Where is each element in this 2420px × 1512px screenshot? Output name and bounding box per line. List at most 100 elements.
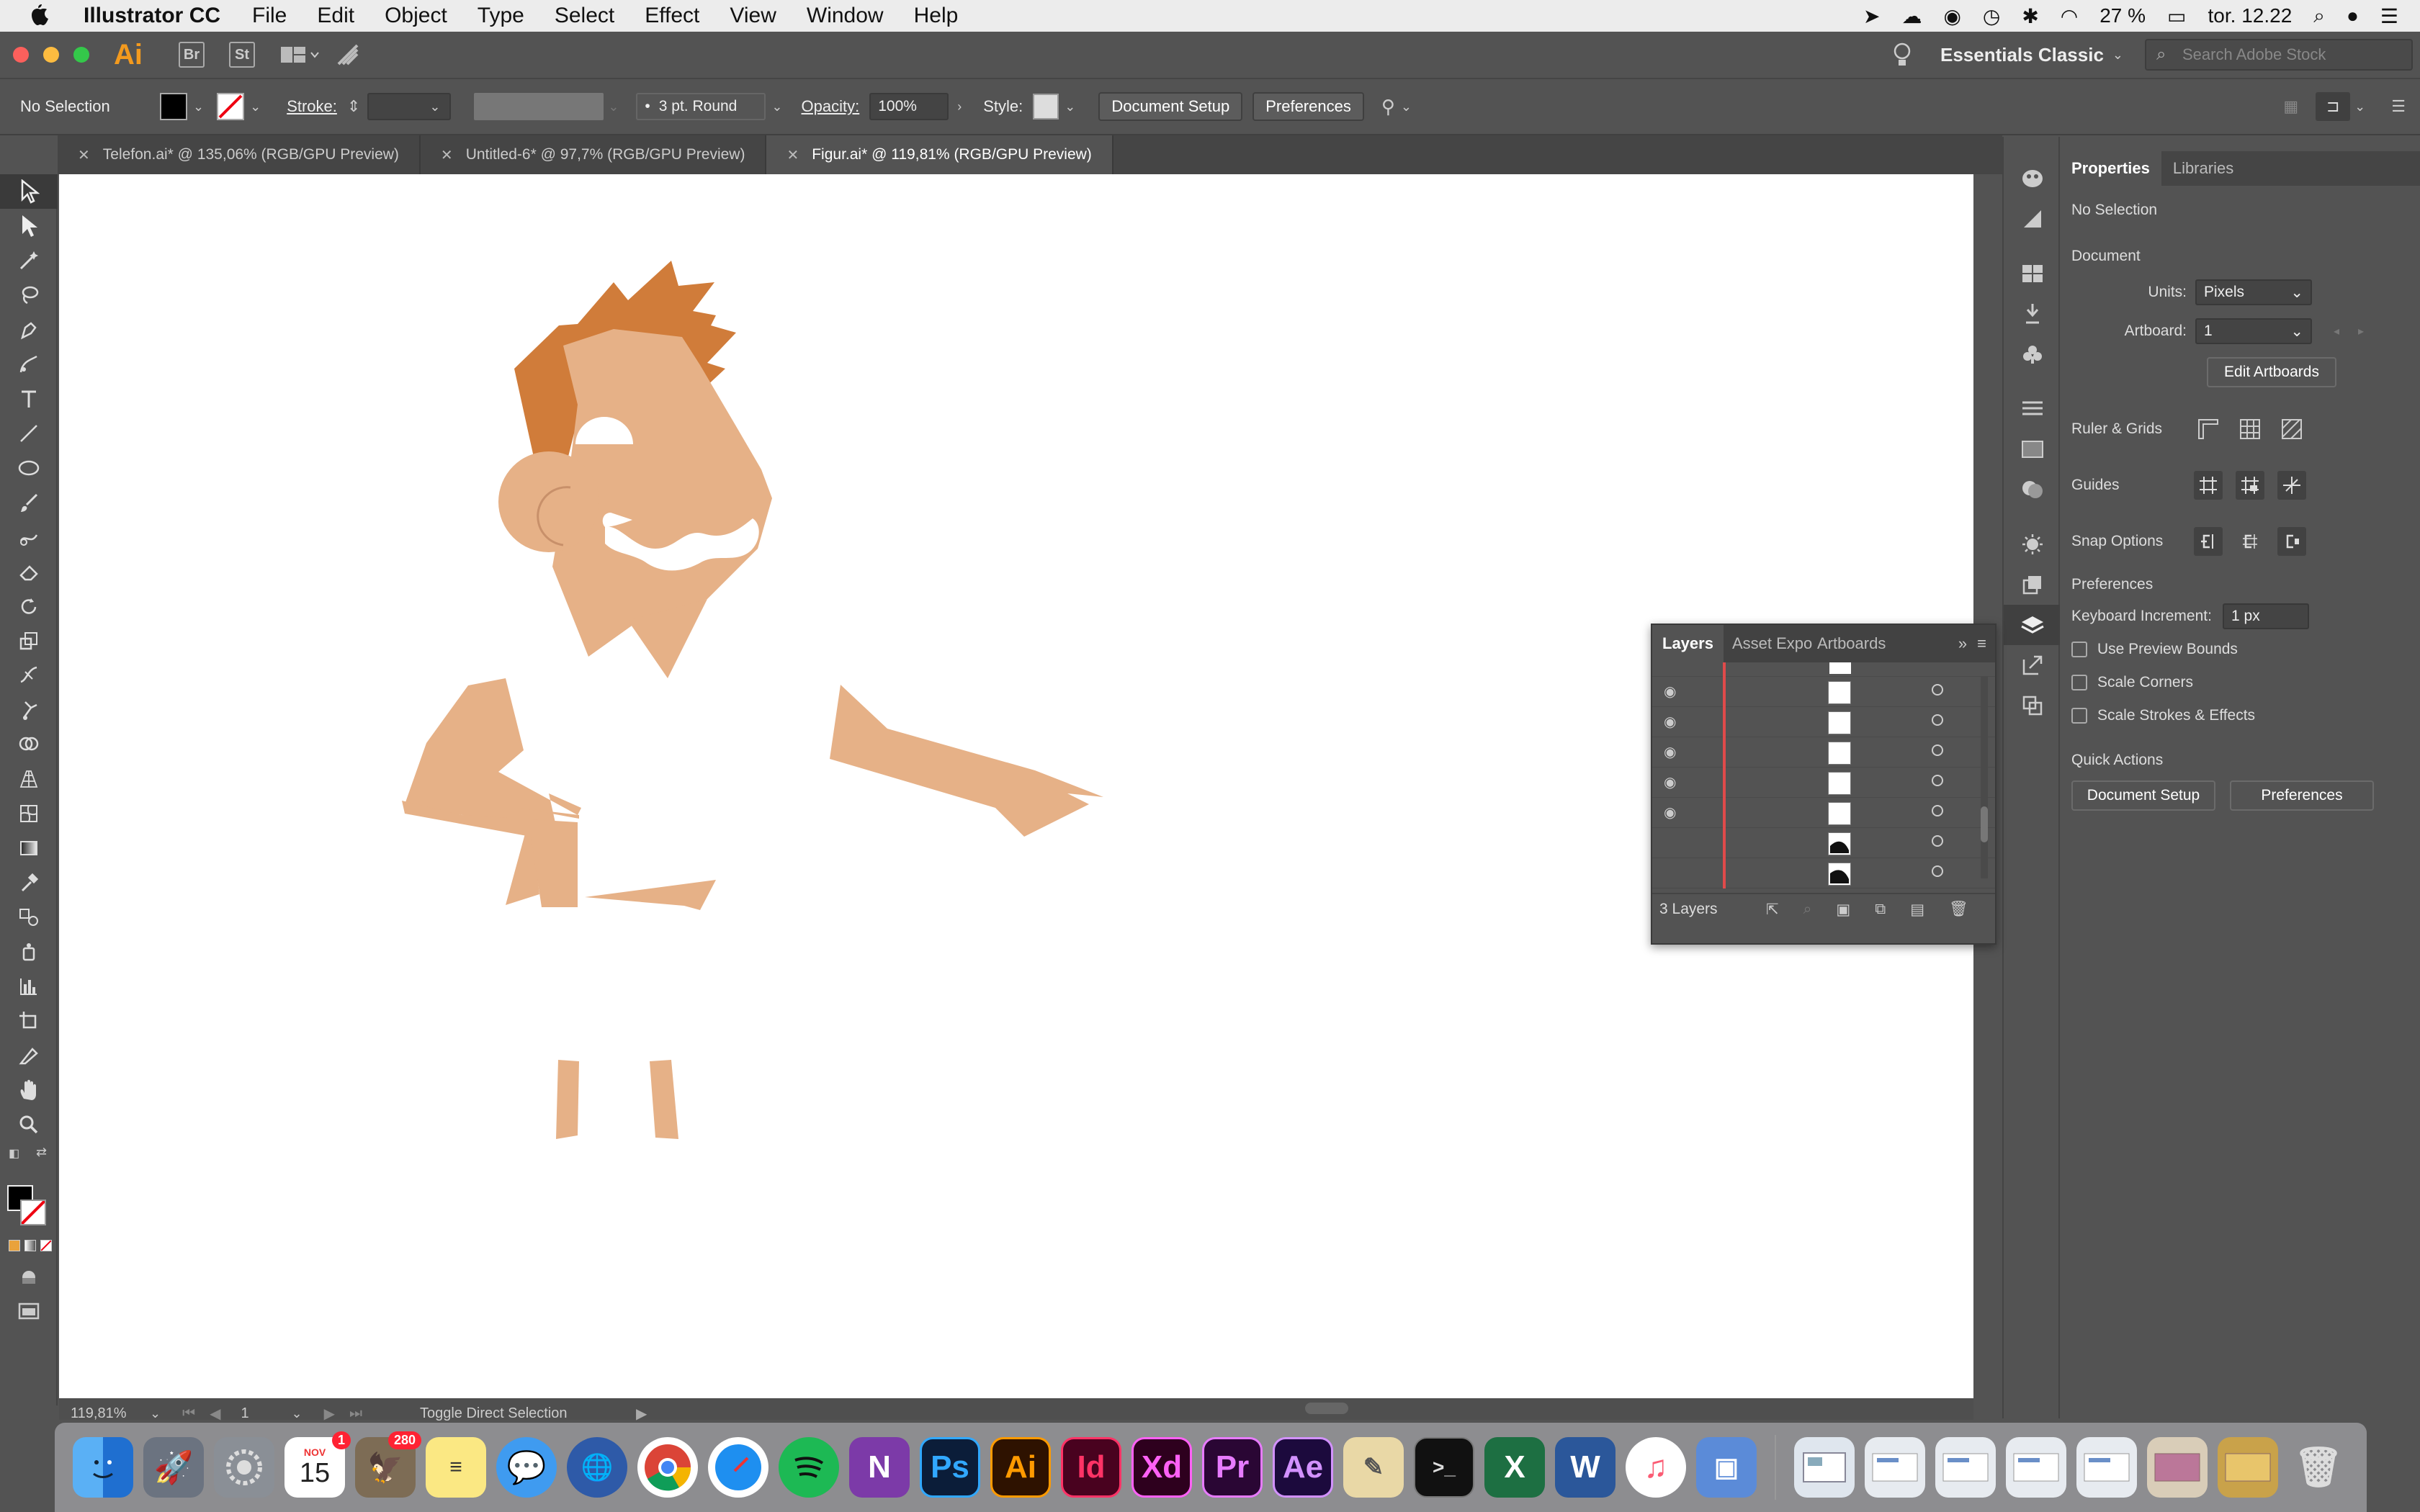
tab-figur[interactable]: ✕ Figur.ai* @ 119,81% (RGB/GPU Preview) [766,135,1113,174]
recent-document[interactable] [2218,1437,2278,1498]
layer-row[interactable]: ◉ [1652,768,1995,798]
wifi-icon[interactable]: ◠ [2061,4,2078,28]
tab-untitled-6[interactable]: ✕ Untitled-6* @ 97,7% (RGB/GPU Preview) [421,135,767,174]
artboard-tool[interactable] [0,1004,58,1038]
character-right-arm[interactable] [830,685,1103,837]
curvature-tool[interactable] [0,347,58,382]
show-guides-icon[interactable] [2194,471,2223,500]
delete-layer-icon[interactable]: 🗑 [1949,901,1968,918]
stroke-weight-stepper[interactable]: ⇕ [347,97,360,116]
menu-object[interactable]: Object [385,4,447,28]
variable-width-profile[interactable] [474,93,604,120]
selection-tool[interactable] [0,174,58,209]
notes-app[interactable]: ≡ [426,1437,486,1498]
collect-for-export-icon[interactable]: ⇱ [1766,901,1779,919]
lasso-tool[interactable] [0,278,58,312]
tab-telefon[interactable]: ✕ Telefon.ai* @ 135,06% (RGB/GPU Preview… [58,135,421,174]
chevron-down-icon[interactable]: ⌄ [2112,48,2123,63]
quick-document-setup-button[interactable]: Document Setup [2071,780,2215,811]
color-guide-icon[interactable] [2004,158,2061,199]
first-artboard-icon[interactable]: ⏮ [182,1405,195,1421]
mesh-tool[interactable] [0,796,58,831]
swatches-icon[interactable] [2004,253,2061,294]
notification-center-icon[interactable]: ☰ [2380,4,2398,28]
excel-app[interactable]: X [1484,1437,1545,1498]
drawing-modes-icon[interactable] [0,1260,58,1295]
puppet-warp-tool[interactable] [0,693,58,727]
arrange-documents-icon[interactable] [279,44,320,66]
tab-asset-export[interactable]: Asset Expo [1724,634,1813,653]
swap-colors-icon[interactable]: ⇄ [36,1145,47,1160]
target-circle-icon[interactable] [1932,865,1943,877]
tab-libraries[interactable]: Libraries [2161,151,2245,186]
finder-app[interactable] [73,1437,133,1498]
opacity-label[interactable]: Opacity: [802,97,860,116]
column-graph-tool[interactable] [0,969,58,1004]
status-menu-icon[interactable]: ▶ [636,1405,647,1422]
create-sublayer-icon[interactable]: ⧉ [1875,901,1886,918]
visibility-eye-icon[interactable]: ◉ [1664,773,1676,791]
make-clipping-mask-icon[interactable]: ▣ [1836,901,1850,919]
menu-edit[interactable]: Edit [317,4,354,28]
system-preferences-app[interactable] [214,1437,274,1498]
previous-artboard-icon[interactable]: ◂ [2334,324,2339,338]
previous-artboard-icon[interactable]: ◀ [210,1405,220,1422]
artboard-number[interactable]: 1 [241,1405,291,1421]
location-icon[interactable]: ➤ [1863,4,1880,28]
target-circle-icon[interactable] [1932,775,1943,786]
transparency-grid-icon[interactable] [2277,415,2306,444]
onenote-app[interactable]: N [849,1437,910,1498]
arrange-icon[interactable]: ⚲ [1381,96,1395,118]
keyboard-increment-field[interactable]: 1 px [2223,603,2309,629]
direct-selection-tool[interactable] [0,209,58,243]
character-legs[interactable] [556,1060,678,1139]
opacity-field[interactable]: 100% [869,93,949,120]
default-colors-icon[interactable]: ◧ [9,1146,19,1161]
preview-app[interactable]: ▣ [1696,1437,1757,1498]
chrome-app[interactable] [637,1437,698,1498]
paintbrush-tool[interactable] [0,485,58,520]
panel-menu-icon[interactable]: ≡ [1977,634,1986,653]
cc-sync-icon[interactable]: ◉ [1943,4,1960,28]
recent-document[interactable] [1935,1437,1996,1498]
stock-button[interactable]: St [229,42,255,68]
visibility-eye-icon[interactable]: ◉ [1664,804,1676,822]
target-circle-icon[interactable] [1932,684,1943,696]
recent-document[interactable] [2076,1437,2137,1498]
word-app[interactable]: W [1555,1437,1615,1498]
opacity-arrow-icon[interactable]: › [957,99,962,114]
graphic-styles-icon[interactable] [2004,564,2061,605]
gradient-mode-icon[interactable] [24,1240,36,1251]
lock-guides-icon[interactable] [2236,471,2264,500]
visibility-eye-icon[interactable]: ◉ [1664,743,1676,761]
snap-to-grid-icon[interactable] [2236,527,2264,556]
pen-tool[interactable] [0,312,58,347]
minimize-window-button[interactable] [43,47,59,63]
layers-scrollbar[interactable] [1981,677,1988,878]
premiere-app[interactable]: Pr [1202,1437,1263,1498]
script-editor-app[interactable]: ✎ [1343,1437,1404,1498]
recent-document[interactable] [2006,1437,2066,1498]
tab-properties[interactable]: Properties [2060,151,2161,186]
clock[interactable]: tor. 12.22 [2208,4,2293,27]
visibility-eye-icon[interactable]: ◉ [1664,713,1676,731]
next-artboard-icon[interactable]: ▶ [324,1405,335,1422]
type-tool[interactable] [0,382,58,416]
target-circle-icon[interactable] [1932,714,1943,726]
artboards-panel-icon[interactable] [2004,685,2061,726]
spotify-app[interactable] [779,1437,839,1498]
transparency-icon[interactable] [2004,469,2061,510]
layers-scroll-thumb[interactable] [1981,806,1988,842]
use-preview-bounds-checkbox[interactable]: Use Preview Bounds [2071,641,2408,658]
close-tab-icon[interactable]: ✕ [441,146,453,164]
safari-app[interactable] [708,1437,768,1498]
xd-app[interactable]: Xd [1131,1437,1192,1498]
none-mode-icon[interactable] [40,1240,52,1251]
menu-view[interactable]: View [730,4,776,28]
layer-row[interactable]: ◉ [1652,737,1995,768]
blend-tool[interactable] [0,900,58,935]
create-new-layer-icon[interactable]: ▤ [1910,901,1924,919]
close-tab-icon[interactable]: ✕ [78,146,90,164]
fill-dropdown-icon[interactable]: ⌄ [193,99,204,114]
shape-builder-tool[interactable] [0,727,58,762]
